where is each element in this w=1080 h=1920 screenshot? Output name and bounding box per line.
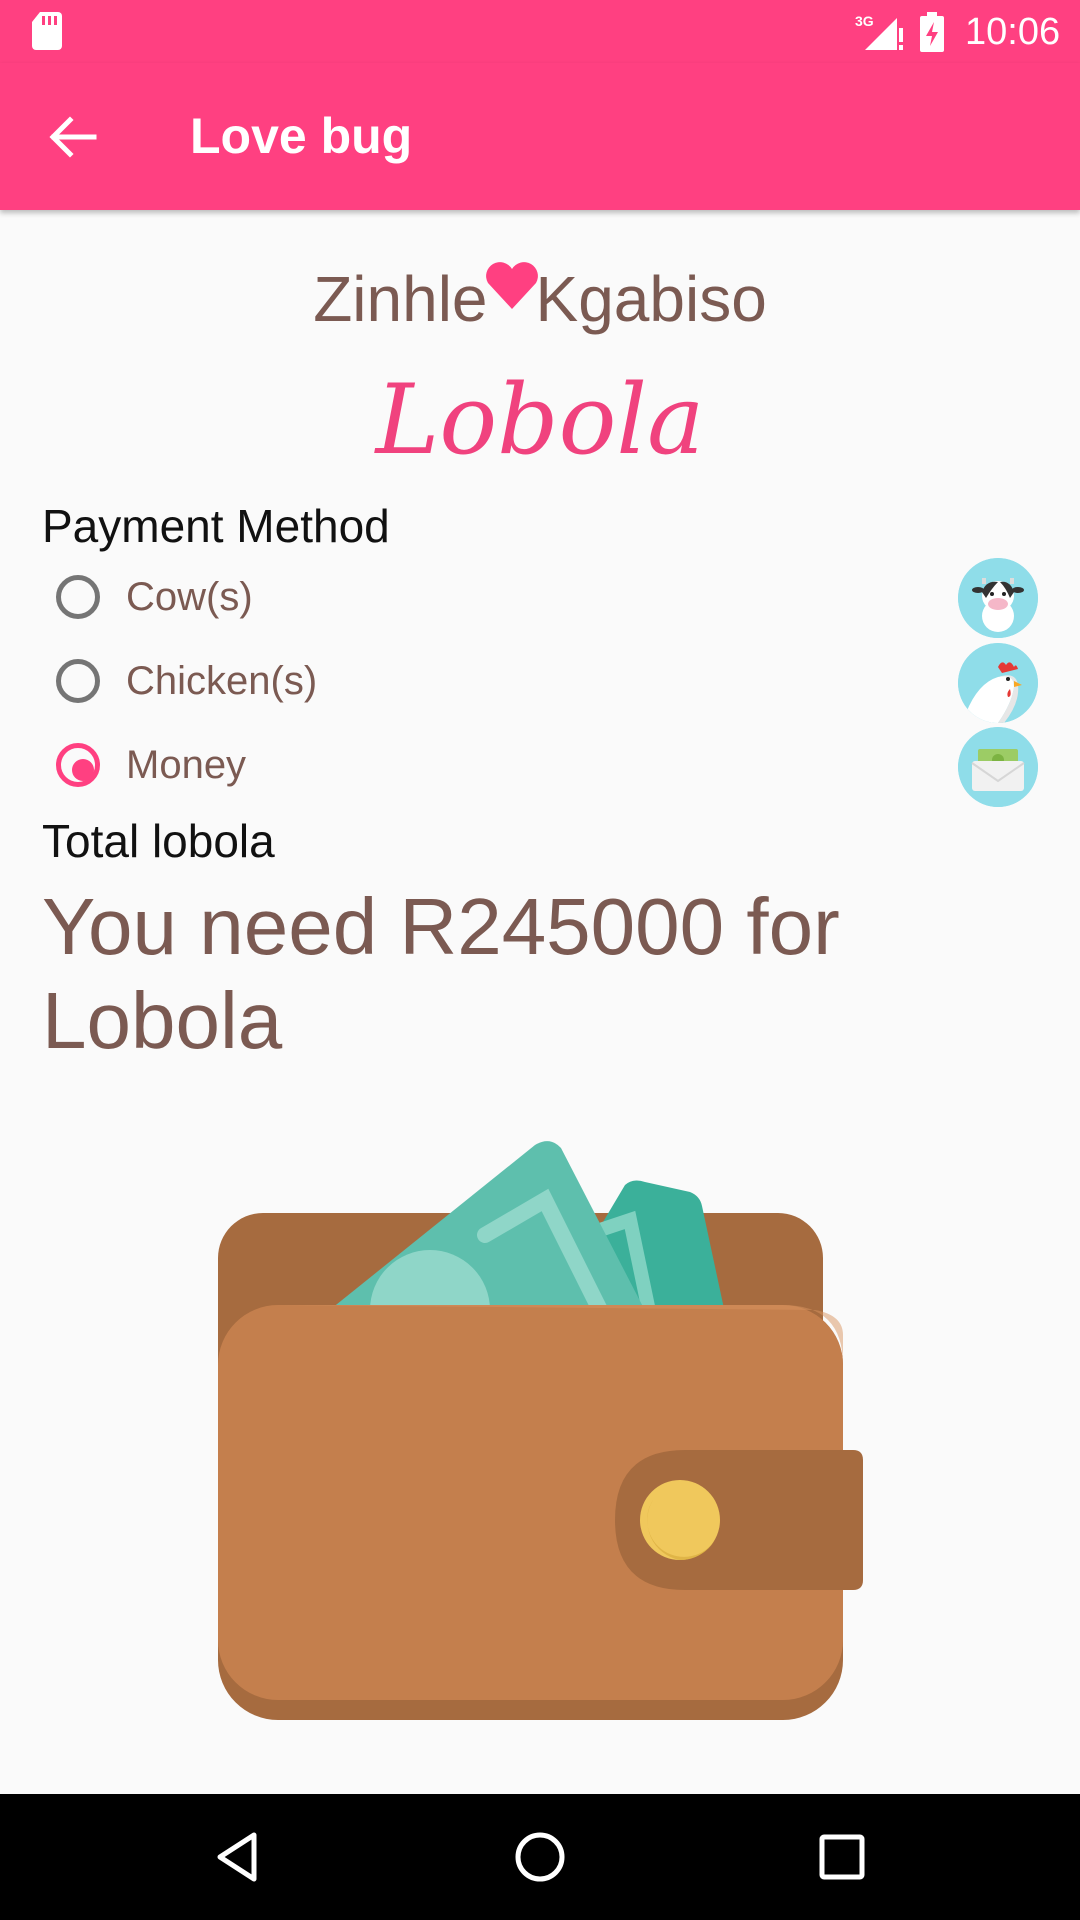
partner-two-name: Kgabiso [535,263,767,335]
cow-icon[interactable] [958,558,1038,638]
radio-dot [72,759,94,781]
money-envelope-icon[interactable] [958,727,1038,807]
radio-money[interactable]: Money [56,733,456,803]
arrow-left-icon[interactable] [44,111,100,163]
radio-chickens[interactable]: Chicken(s) [56,649,456,719]
app-title: Love bug [190,108,413,164]
total-lobola-label: Total lobola [42,815,275,867]
navigation-bar [0,1794,1080,1920]
radio-label: Money [126,743,247,787]
radio-cows[interactable]: Cow(s) [56,565,456,635]
recents-square-icon[interactable] [812,1827,872,1887]
svg-text:3G: 3G [855,13,874,29]
radio-button[interactable] [56,575,100,619]
back-triangle-icon[interactable] [208,1827,268,1887]
home-circle-icon[interactable] [510,1827,570,1887]
lobola-result: You need R245000 for Lobola [42,882,840,1065]
partner-one-name: Zinhle [313,263,488,335]
couple-names: Zinhle Kgabiso [0,255,1080,343]
sd-card-icon [32,12,62,50]
radio-button[interactable] [56,743,100,787]
chicken-icon[interactable] [958,643,1038,723]
radio-label: Cow(s) [126,575,253,619]
status-bar: 3G 10:06 [0,0,1080,63]
app-bar: Love bug [0,63,1080,210]
radio-label: Chicken(s) [126,659,318,703]
radio-button[interactable] [56,659,100,703]
payment-method-label: Payment Method [42,500,390,552]
wallet-icon [218,1141,863,1720]
status-time: 10:06 [965,11,1061,53]
lobola-heading: Lobola [375,364,705,476]
heart-icon [485,262,538,309]
signal-icon: 3G [855,13,903,50]
battery-charging-icon [920,12,944,52]
